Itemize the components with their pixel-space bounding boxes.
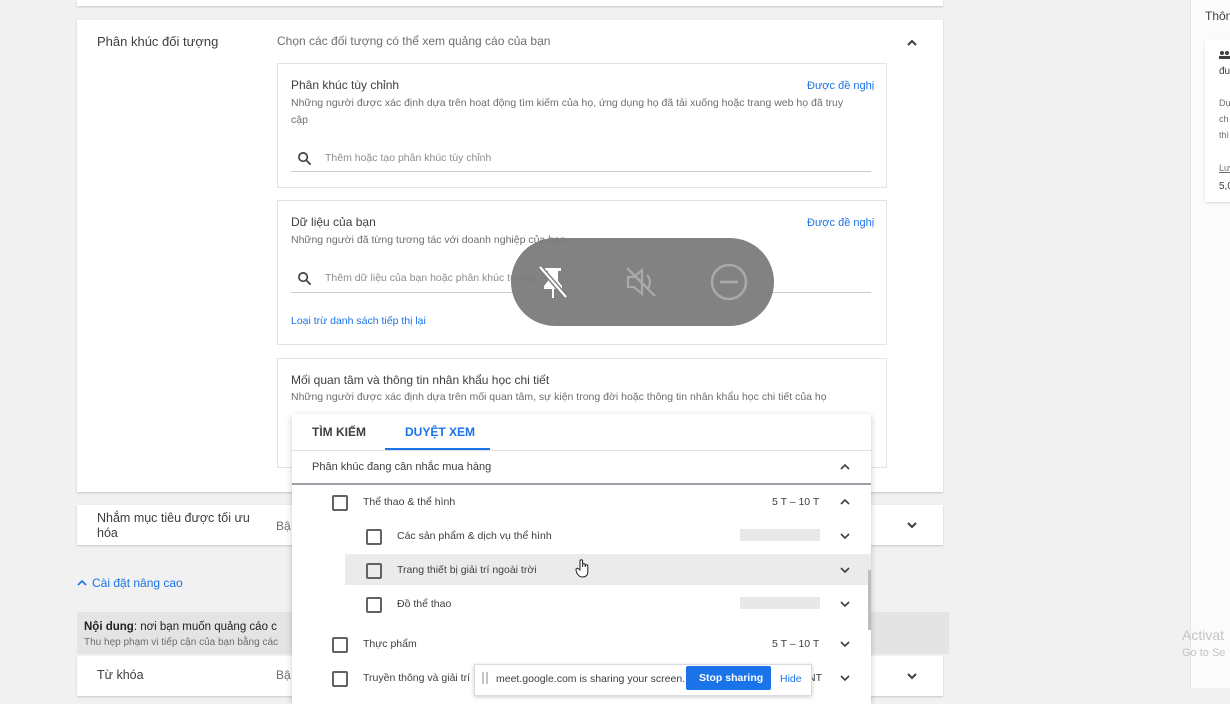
activation-watermark-line1: Activat: [1182, 627, 1225, 643]
share-message: meet.google.com is sharing your screen.: [496, 673, 686, 685]
hand-cursor-icon: [575, 559, 589, 578]
right-panel-header: Thôn: [1205, 9, 1230, 23]
custom-segments-search-input[interactable]: Thêm hoặc tạo phân khúc tùy chỉnh: [325, 152, 491, 164]
right-panel-line1: đu: [1219, 66, 1230, 77]
optimized-targeting-value: Bậ: [276, 519, 291, 533]
item-label-fitness-products: Các sản phẩm & dịch vụ thể hình: [397, 530, 552, 542]
advanced-settings-toggle[interactable]: Cài đặt nâng cao: [77, 575, 197, 591]
chevron-up-icon[interactable]: [838, 495, 852, 509]
group-chevron-up-icon[interactable]: [838, 460, 852, 474]
checkbox-media-entertainment[interactable]: [332, 671, 348, 687]
audience-section-description: Chọn các đối tượng có thể xem quảng cáo …: [277, 34, 551, 48]
content-section-subtitle: Thu hẹp phạm vi tiếp cận của bạn bằng cá…: [84, 637, 279, 648]
custom-segments-description-line2: cập: [291, 114, 308, 126]
checkbox-food[interactable]: [332, 637, 348, 653]
tab-browse[interactable]: DUYỆT XEM: [405, 425, 475, 439]
custom-segments-suggested-link[interactable]: Được đề nghị: [807, 80, 874, 92]
previous-section-card: [77, 0, 943, 6]
chevron-down-icon[interactable]: [838, 637, 852, 651]
chevron-down-icon[interactable]: [838, 597, 852, 611]
keywords-title: Từ khóa: [97, 668, 144, 682]
right-panel-line3: ch: [1219, 114, 1229, 124]
audience-size-bar: [740, 597, 820, 609]
collapse-chevron-up-icon[interactable]: [905, 36, 919, 50]
custom-segments-search-underline: [291, 171, 871, 172]
content-title-bold: Nội dung: [84, 621, 134, 633]
item-size-food: 5 T – 10 T: [772, 638, 820, 650]
checkbox-outdoor-equipment[interactable]: [366, 563, 382, 579]
item-size-sports-fitness: 5 T – 10 T: [772, 496, 820, 508]
chevron-down-icon[interactable]: [838, 529, 852, 543]
item-label-sports-fitness: Thể thao & thể hình: [363, 496, 456, 508]
right-panel-line4: thì: [1219, 130, 1230, 140]
advanced-settings-label: Cài đặt nâng cao: [92, 576, 183, 590]
expand-chevron-down-icon[interactable]: [905, 518, 919, 532]
your-data-title: Dữ liệu của bạn: [291, 215, 376, 229]
your-data-description: Những người đã từng tương tác với doanh …: [291, 234, 566, 246]
stop-sharing-button[interactable]: Stop sharing: [686, 666, 771, 690]
drag-handle-icon[interactable]: [482, 672, 488, 684]
chevron-down-icon[interactable]: [838, 563, 852, 577]
interests-title: Mối quan tâm và thông tin nhân khẩu học …: [291, 373, 550, 387]
expand-chevron-down-icon[interactable]: [905, 669, 919, 683]
chevron-up-icon: [77, 579, 87, 586]
audience-section-title: Phân khúc đối tượng: [97, 34, 219, 49]
mute-icon[interactable]: [621, 262, 661, 302]
stop-sharing-label: Stop sharing: [699, 672, 764, 684]
search-icon: [298, 152, 312, 166]
chevron-down-icon[interactable]: [838, 671, 852, 685]
group-title[interactable]: Phân khúc đang cân nhắc mua hàng: [312, 461, 491, 473]
item-label-outdoor-equipment: Trang thiết bị giải trí ngoài trời: [397, 564, 537, 576]
panel-scrollbar[interactable]: [868, 570, 871, 630]
right-panel-line2: Dự: [1219, 98, 1230, 108]
your-data-search-input[interactable]: Thêm dữ liệu của bạn hoặc phân khúc tươn…: [325, 272, 536, 284]
hide-share-bar-button[interactable]: Hide: [780, 673, 802, 685]
optimized-targeting-title-line1: Nhắm mục tiêu được tối ưu: [97, 511, 250, 525]
right-panel-line6: 5,0: [1219, 181, 1230, 192]
search-icon: [298, 272, 312, 286]
people-icon: [1219, 51, 1230, 59]
checkbox-fitness-products[interactable]: [366, 529, 382, 545]
keywords-value: Bậ: [276, 668, 291, 682]
tab-search[interactable]: TÌM KIẾM: [312, 425, 366, 439]
your-data-suggested-link[interactable]: Được đề nghị: [807, 217, 874, 229]
unpin-icon[interactable]: [533, 262, 573, 302]
item-label-media-entertainment: Truyền thông và giải trí: [363, 672, 470, 684]
checkbox-sportswear[interactable]: [366, 597, 382, 613]
activation-watermark-line2: Go to Se: [1182, 647, 1226, 659]
custom-segments-description-line1: Những người được xác định dựa trên hoạt …: [291, 97, 844, 109]
checkbox-sports-fitness[interactable]: [332, 495, 348, 511]
audience-size-bar: [740, 529, 820, 541]
item-label-food: Thực phẩm: [363, 638, 417, 650]
content-title-rest: : nơi bạn muốn quảng cáo c: [133, 621, 277, 633]
remove-icon[interactable]: [709, 262, 749, 302]
custom-segments-title: Phân khúc tùy chỉnh: [291, 78, 400, 92]
optimized-targeting-title-line2: hóa: [97, 526, 118, 540]
right-panel-line5: Lư: [1219, 163, 1230, 173]
item-label-sportswear: Đồ thể thao: [397, 598, 452, 610]
group-divider: [292, 483, 871, 485]
interests-description: Những người được xác định dựa trên mối q…: [291, 391, 827, 403]
tabs-divider: [292, 450, 871, 451]
content-section-title: Nội dung: nơi bạn muốn quảng cáo c: [84, 621, 277, 633]
exclude-remarketing-link[interactable]: Loại trừ danh sách tiếp thị lại: [291, 315, 426, 327]
